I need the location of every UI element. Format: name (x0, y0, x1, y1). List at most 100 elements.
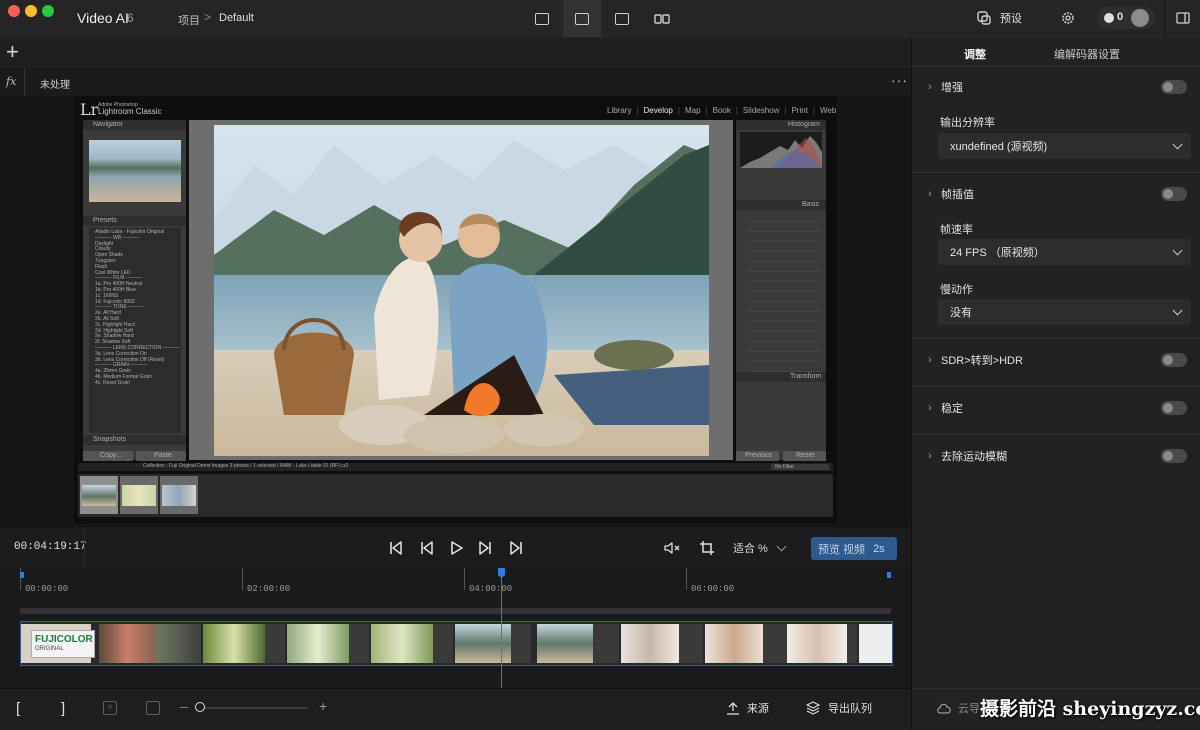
close-window-button[interactable] (8, 5, 20, 17)
app-name: Video AI (77, 10, 129, 26)
credit-icon (1104, 13, 1114, 23)
timeline[interactable]: 00:00:00 02:00:00 04:00:00 06:00:00 FUJI… (0, 568, 911, 688)
chevron-right-icon: › (928, 450, 932, 462)
clip-thumbnail (155, 624, 201, 663)
clip-thumbnail (593, 624, 619, 663)
mute-button[interactable] (662, 527, 682, 569)
zoom-dropdown[interactable]: 适合 % (733, 540, 787, 556)
range-select-icon[interactable] (146, 701, 160, 715)
timeline-ruler[interactable]: 00:00:00 02:00:00 04:00:00 06:00:00 (20, 568, 891, 598)
more-options-icon[interactable]: ··· (891, 72, 908, 88)
lr-module-book: Book (712, 106, 731, 115)
source-button[interactable]: 来源 (726, 700, 769, 716)
breadcrumb-current[interactable]: Default (219, 12, 254, 24)
lr-basic-label: Basic (802, 201, 820, 208)
clip-thumbnail (679, 624, 703, 663)
clip-thumbnail (787, 624, 847, 663)
enhance-toggle[interactable] (1161, 80, 1187, 94)
tab-adjust[interactable]: 调整 (964, 46, 986, 62)
video-clip-track[interactable]: FUJICOLOR ORIGINAL (20, 621, 893, 666)
preview-button[interactable]: 预览 视频 2s (811, 537, 897, 560)
view-side-by-side-button[interactable] (643, 0, 681, 37)
view-single-button[interactable] (563, 0, 601, 37)
add-media-icon[interactable]: + (6, 40, 19, 64)
frame-rate-value: 24 FPS （原视频） (950, 247, 1045, 259)
section-stabilize-title: 稳定 (941, 403, 963, 415)
next-frame-button[interactable] (476, 527, 496, 569)
panel-tabs: 调整 编解码器设置 (912, 38, 1200, 66)
export-queue-button[interactable]: 导出队列 (806, 700, 872, 716)
in-point-marker[interactable] (20, 572, 24, 578)
view-single-crop-button[interactable] (523, 0, 561, 37)
frame-rate-select[interactable]: 24 FPS （原视频） (938, 239, 1191, 265)
timecode: 00:04:19:17 (14, 541, 87, 553)
split-view-icon (615, 12, 629, 25)
set-in-point-icon[interactable]: [ (16, 700, 20, 717)
process-status: 未处理 (40, 80, 70, 91)
lr-filmstrip-info: Collection : Fuji Original Demo Images 3… (143, 463, 349, 469)
go-to-end-button[interactable] (506, 527, 526, 569)
tab-codec-settings[interactable]: 编解码器设置 (1054, 46, 1120, 62)
lr-navigator-preview (89, 140, 181, 202)
section-stabilize[interactable]: › 稳定 (912, 393, 1200, 423)
zoom-out-icon[interactable] (180, 707, 188, 708)
previous-frame-button[interactable] (416, 527, 436, 569)
section-enhance[interactable]: › 增强 (912, 72, 1200, 102)
clip-thumbnail (511, 624, 531, 663)
sdr-to-hdr-toggle[interactable] (1161, 353, 1187, 367)
view-split-button[interactable] (603, 0, 641, 37)
fx-divider (24, 68, 25, 96)
avatar[interactable] (1131, 9, 1149, 27)
playhead-line (501, 576, 502, 688)
zoom-label: 适合 % (733, 543, 768, 555)
clip-thumbnail (847, 624, 857, 663)
single-view-icon (575, 12, 589, 25)
lr-right-panel: Histogram Basic Transform (736, 120, 826, 460)
toggle-sidebar-button[interactable] (1164, 0, 1200, 37)
lr-app-title: Lightroom Classic (98, 107, 162, 116)
play-button[interactable] (446, 527, 466, 569)
section-frame-interpolation[interactable]: › 帧插值 (912, 179, 1200, 209)
lr-filmstrip (78, 474, 833, 517)
section-sdr-to-hdr[interactable]: › SDR>转到>HDR (912, 345, 1200, 375)
out-point-marker[interactable] (887, 572, 891, 578)
settings-button[interactable] (1059, 9, 1077, 27)
zoom-slider-knob[interactable] (195, 702, 205, 712)
section-motion-deblur[interactable]: › 去除运动模糊 (912, 441, 1200, 471)
fx-icon[interactable]: fx (6, 75, 16, 88)
section-motion-deblur-title: 去除运动模糊 (941, 451, 1007, 463)
lr-preset-item: Alladin Labs - Fujicolor Original ------… (95, 229, 180, 386)
lr-module-develop: Develop (643, 106, 673, 115)
frame-interpolation-toggle[interactable] (1161, 187, 1187, 201)
go-to-start-button[interactable] (386, 527, 406, 569)
section-enhance-title: 增强 (941, 82, 963, 94)
clip-thumbnail (537, 624, 593, 663)
selection-track[interactable] (20, 608, 891, 614)
output-resolution-select[interactable]: xundefined (源视频) (938, 133, 1191, 159)
slow-motion-select[interactable]: 没有 (938, 299, 1191, 325)
clip-thumbnail (99, 624, 155, 663)
clip-thumbnail (763, 624, 787, 663)
zoom-window-button[interactable] (42, 5, 54, 17)
lr-preset-list: Alladin Labs - Fujicolor Original ------… (89, 228, 181, 433)
output-resolution-value: xundefined (源视频) (950, 141, 1048, 153)
media-toolbar: + (0, 38, 911, 69)
preset-button[interactable]: 预设 (976, 9, 1022, 27)
motion-deblur-toggle[interactable] (1161, 449, 1187, 463)
crop-button[interactable] (697, 527, 717, 569)
breadcrumb-root[interactable]: 项目 (178, 12, 200, 28)
lr-module-picker: Library | Develop | Map | Book | Slideshow | … (607, 106, 837, 115)
zoom-in-icon[interactable]: + (319, 698, 327, 714)
clear-range-icon[interactable]: × (103, 701, 117, 715)
set-out-point-icon[interactable]: ] (61, 700, 65, 717)
ruler-label-1: 02:00:00 (247, 584, 291, 594)
lr-module-print: Print (791, 106, 808, 115)
bottom-bar: [ ] × + 来源 导出队列 (0, 688, 911, 730)
zoom-slider[interactable] (195, 702, 308, 712)
minimize-window-button[interactable] (25, 5, 37, 17)
playback-controls: 00:04:19:17 适合 % 预览 视频 2s (0, 526, 911, 569)
play-icon (451, 541, 463, 555)
stabilize-toggle[interactable] (1161, 401, 1187, 415)
credits-badge[interactable]: 0 (1097, 7, 1155, 29)
breadcrumb-separator: > (204, 10, 212, 24)
